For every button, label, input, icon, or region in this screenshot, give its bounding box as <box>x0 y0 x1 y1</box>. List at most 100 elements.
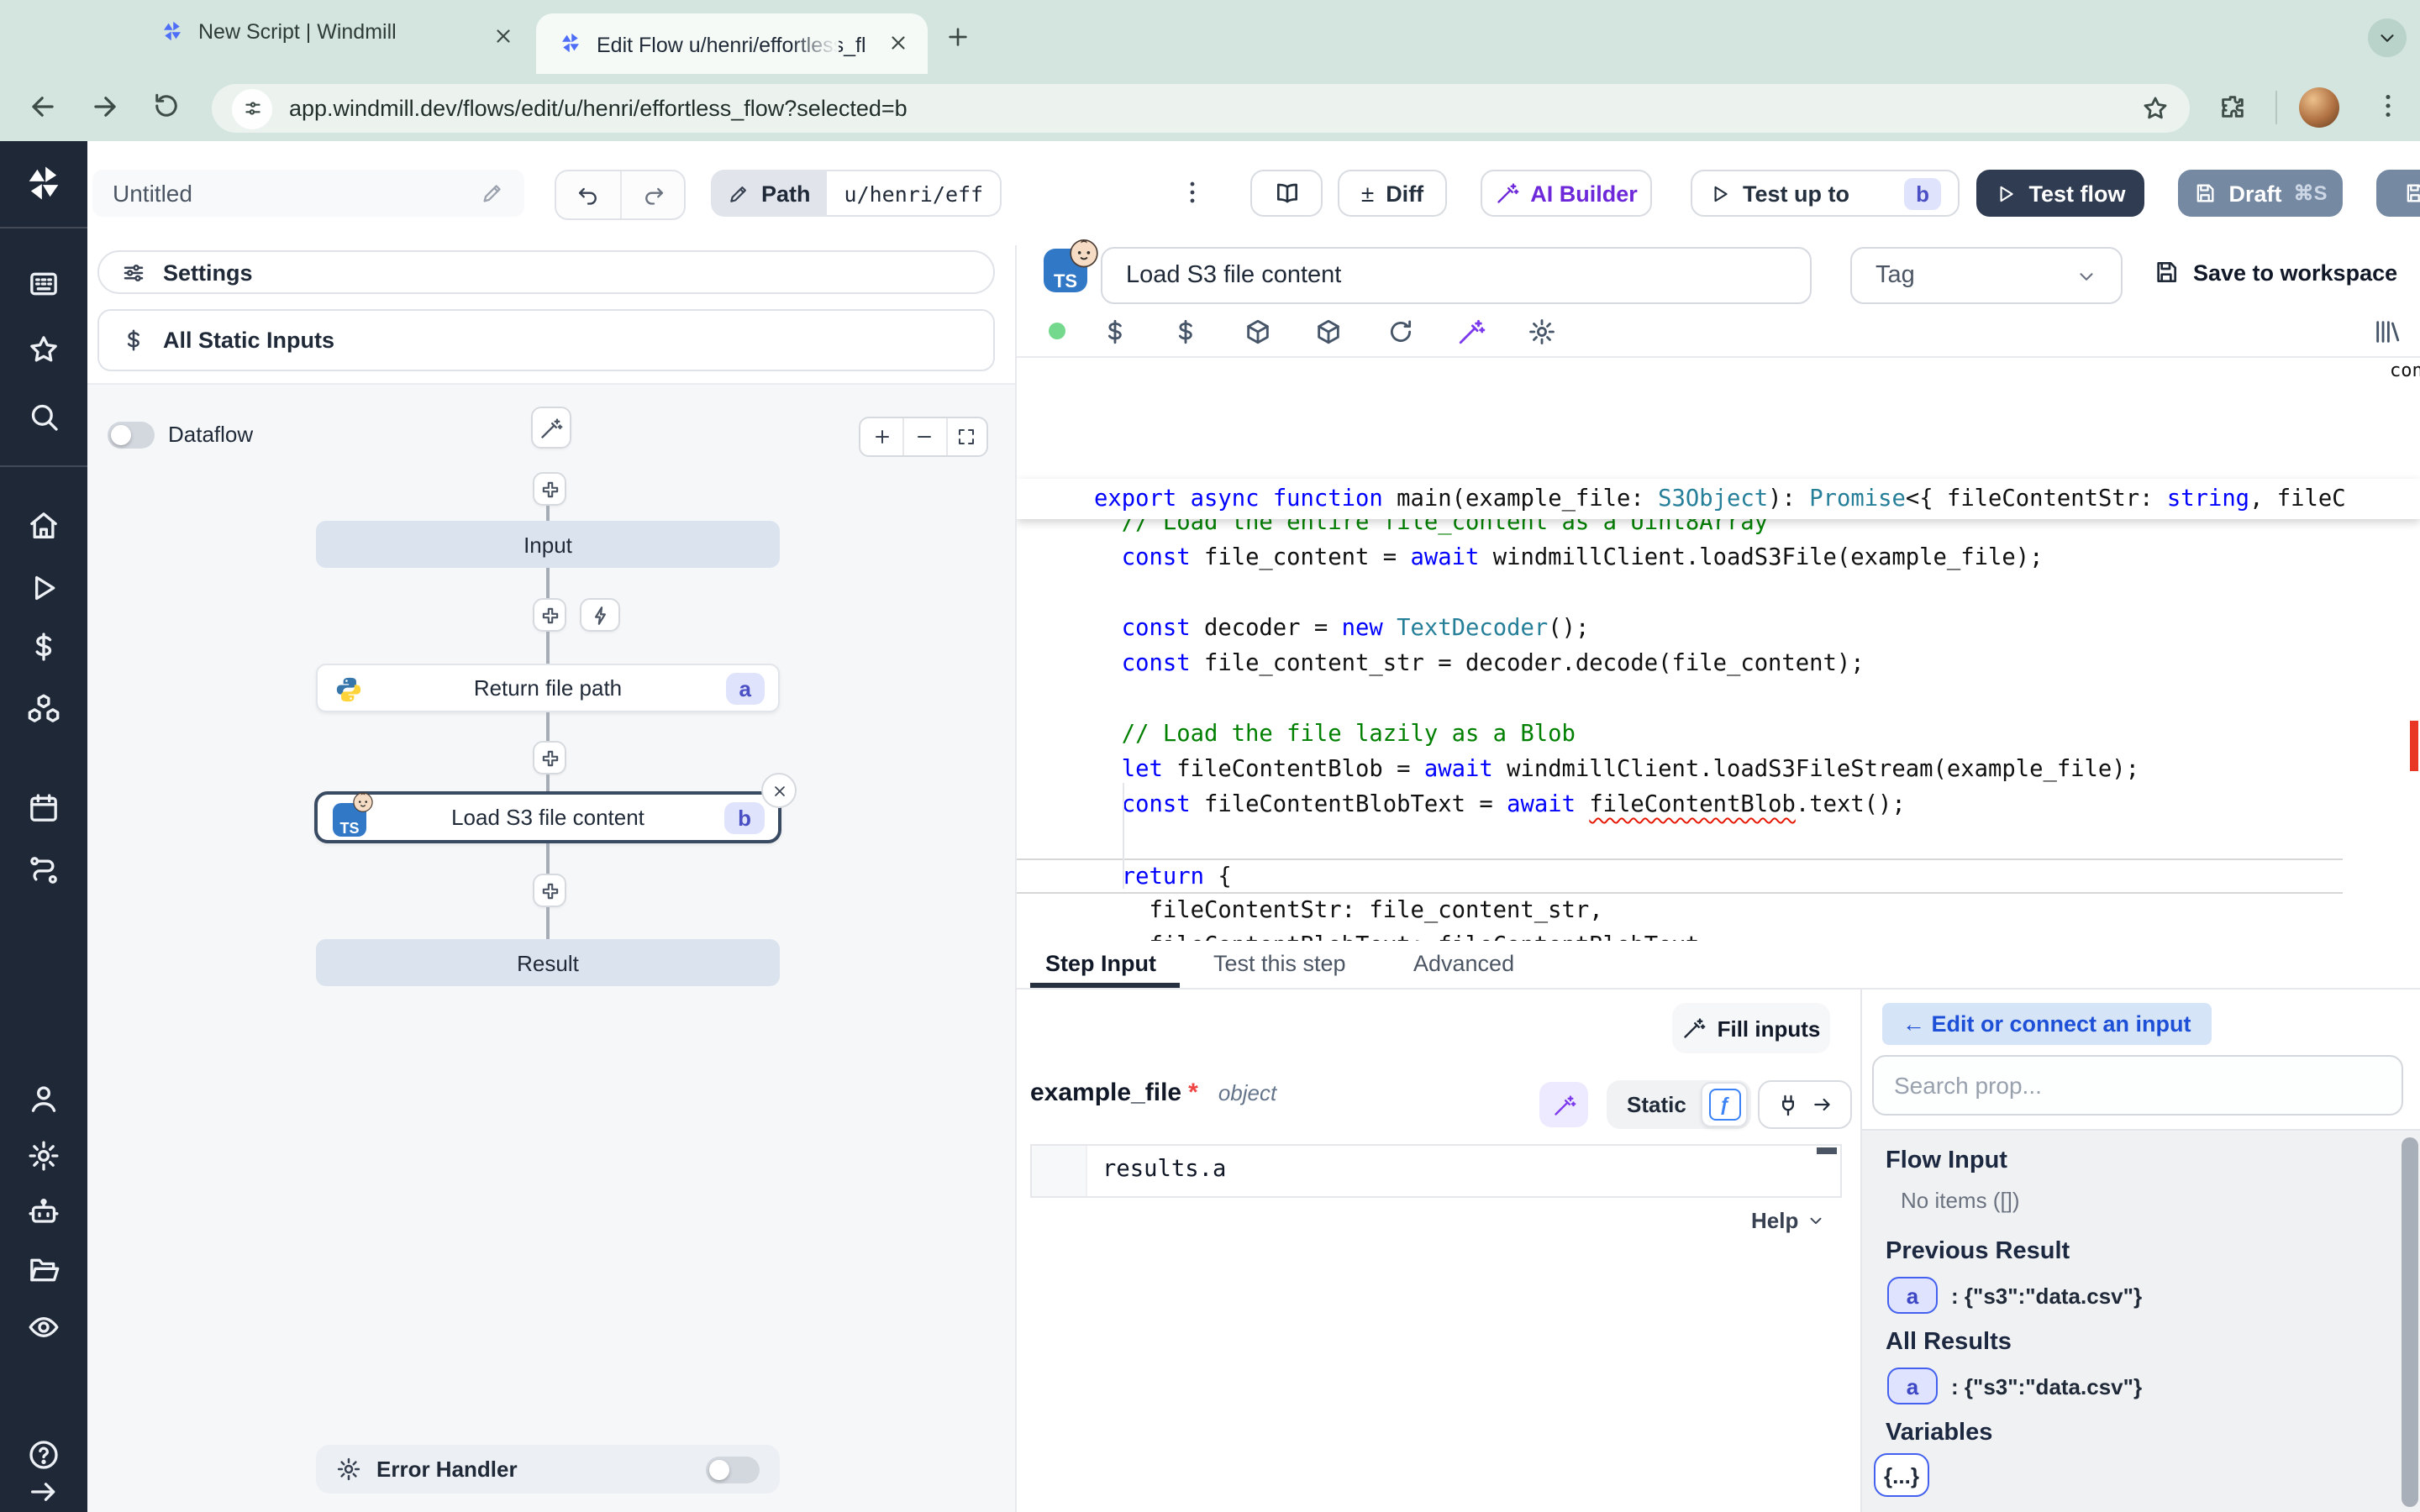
sidebar-item-help-icon[interactable] <box>27 1438 60 1472</box>
error-handler-row[interactable]: Error Handler <box>316 1445 780 1494</box>
search-prop-input[interactable]: Search prop... <box>1872 1055 2403 1116</box>
add-step-button[interactable] <box>533 598 566 632</box>
code-editor[interactable]: // Load the entire file_content as a Uin… <box>1017 356 2420 941</box>
package-icon[interactable] <box>1244 318 1272 346</box>
tab-step-input[interactable]: Step Input <box>1045 939 1156 988</box>
sidebar-item-runs-icon[interactable] <box>27 571 60 605</box>
fill-inputs-button[interactable]: Fill inputs <box>1672 1003 1830 1053</box>
sidebar-item-variables-icon[interactable] <box>27 630 60 664</box>
sidebar-item-apps-icon[interactable] <box>27 267 60 301</box>
section-title-variables[interactable]: Variables <box>1886 1420 1992 1446</box>
sidebar-item-settings-icon[interactable] <box>27 1139 60 1173</box>
library-icon[interactable] <box>2373 318 2402 346</box>
sidebar-item-schedules-icon[interactable] <box>27 791 60 825</box>
previous-result-row[interactable]: a : {"s3":"data.csv"} <box>1887 1277 2142 1314</box>
editor-settings-gear-icon[interactable] <box>1528 318 1556 346</box>
sidebar-item-home-icon[interactable] <box>27 509 60 543</box>
sidebar-item-folders-icon[interactable] <box>27 1253 60 1287</box>
add-step-button[interactable] <box>533 472 566 506</box>
tab-close-icon[interactable] <box>887 32 909 54</box>
static-expr-toggle[interactable]: Static ƒ <box>1607 1080 1752 1129</box>
profile-avatar[interactable] <box>2299 87 2339 128</box>
dataflow-toggle[interactable] <box>108 422 155 449</box>
field-ai-wand-button[interactable] <box>1539 1082 1588 1127</box>
tab-search-button[interactable] <box>2368 18 2407 57</box>
new-tab-icon[interactable] <box>944 24 971 50</box>
graph-canvas[interactable]: Dataflow Input Return file path a <box>87 383 1015 1512</box>
step-name-input[interactable]: Load S3 file content <box>1101 247 1812 304</box>
trigger-bolt-button[interactable] <box>580 598 620 632</box>
sidebar-item-user-icon[interactable] <box>27 1082 60 1116</box>
arrow-right-icon <box>1812 1094 1833 1116</box>
add-step-button[interactable] <box>533 874 566 907</box>
result-key-badge[interactable]: a <box>1887 1368 1938 1404</box>
resources-dollar-icon[interactable] <box>1171 318 1200 346</box>
save-icon <box>2153 259 2180 286</box>
browser-tab-active[interactable]: Edit Flow u/henri/effortless_fl <box>536 13 928 74</box>
fullscreen-button[interactable] <box>947 418 986 455</box>
error-handler-toggle[interactable] <box>706 1456 760 1483</box>
sidebar-item-search-icon[interactable] <box>27 400 60 433</box>
deploy-button[interactable]: Deploy <box>2376 170 2420 217</box>
edit-or-connect-banner[interactable]: ← Edit or connect an input <box>1882 1003 2212 1045</box>
expression-editor[interactable]: results.a <box>1030 1144 1842 1198</box>
flow-settings-row[interactable]: Settings <box>97 250 995 294</box>
sidebar-item-resources-icon[interactable] <box>27 692 60 726</box>
ai-builder-button[interactable]: AI Builder <box>1481 170 1652 217</box>
reload-icon[interactable] <box>1386 318 1415 346</box>
node-step-b-selected[interactable]: TS Load S3 file content b <box>314 791 781 843</box>
variables-badge[interactable]: {...} <box>1874 1453 1929 1497</box>
diff-button[interactable]: ± Diff <box>1338 170 1447 217</box>
redo-button[interactable] <box>622 171 684 218</box>
connect-input-button[interactable] <box>1758 1080 1852 1129</box>
result-key-badge[interactable]: a <box>1887 1277 1938 1314</box>
back-icon[interactable] <box>27 91 59 123</box>
flow-summary-input[interactable]: Untitled <box>92 170 524 217</box>
browser-menu-icon[interactable] <box>2373 91 2403 121</box>
section-title-flow-input[interactable]: Flow Input <box>1886 1147 2007 1174</box>
all-results-row[interactable]: a : {"s3":"data.csv"} <box>1887 1368 2142 1404</box>
tag-select[interactable]: Tag <box>1850 247 2123 304</box>
sidebar-item-workers-icon[interactable] <box>27 1196 60 1230</box>
sidebar-item-audit-icon[interactable] <box>27 1310 60 1344</box>
test-flow-button[interactable]: Test flow <box>1976 170 2144 217</box>
tab-test-this-step[interactable]: Test this step <box>1213 939 1346 988</box>
address-bar[interactable]: app.windmill.dev/flows/edit/u/henri/effo… <box>212 84 2190 133</box>
draft-button[interactable]: Draft ⌘S <box>2178 170 2343 217</box>
node-step-a[interactable]: Return file path a <box>316 664 780 712</box>
add-step-button[interactable] <box>533 741 566 774</box>
extensions-puzzle-icon[interactable] <box>2218 92 2247 121</box>
zoom-out-button[interactable] <box>905 418 948 455</box>
zoom-in-button[interactable] <box>860 418 905 455</box>
variables-icon[interactable] <box>1101 318 1129 346</box>
remove-step-button[interactable] <box>761 773 797 808</box>
reload-icon[interactable] <box>151 91 182 121</box>
help-dropdown[interactable]: Help <box>1751 1208 1825 1233</box>
ai-wand-icon[interactable] <box>1457 318 1486 346</box>
forward-icon[interactable] <box>89 91 121 123</box>
sidebar-item-favorites-icon[interactable] <box>27 333 60 366</box>
all-static-inputs-row[interactable]: All Static Inputs <box>97 309 995 371</box>
sidebar-expand-icon[interactable] <box>27 1475 60 1509</box>
test-up-to-button[interactable]: Test up to b <box>1691 170 1960 217</box>
section-title-all-results[interactable]: All Results <box>1886 1329 2012 1356</box>
save-to-workspace-button[interactable]: Save to workspace <box>2153 259 2397 286</box>
graph-ai-wand-button[interactable] <box>531 407 571 449</box>
js-expression-mode-button[interactable]: ƒ <box>1702 1082 1749 1127</box>
section-title-previous-result[interactable]: Previous Result <box>1886 1238 2070 1265</box>
path-chip[interactable]: Path u/henri/eff <box>711 170 1002 217</box>
undo-button[interactable] <box>556 171 622 218</box>
sidebar-item-flows-icon[interactable] <box>27 853 60 887</box>
node-input[interactable]: Input <box>316 521 780 568</box>
node-result[interactable]: Result <box>316 939 780 986</box>
more-options-icon[interactable] <box>1178 178 1207 207</box>
windmill-logo[interactable] <box>22 161 66 205</box>
package-icon[interactable] <box>1314 318 1343 346</box>
tab-close-icon[interactable] <box>492 25 514 47</box>
scrollbar-thumb[interactable] <box>2402 1137 2418 1507</box>
bookmark-star-icon[interactable] <box>2141 94 2170 123</box>
browser-tab-inactive[interactable]: New Script | Windmill <box>160 18 513 44</box>
site-settings-icon[interactable] <box>232 88 272 129</box>
tab-advanced[interactable]: Advanced <box>1413 939 1514 988</box>
docs-button[interactable] <box>1250 170 1323 217</box>
